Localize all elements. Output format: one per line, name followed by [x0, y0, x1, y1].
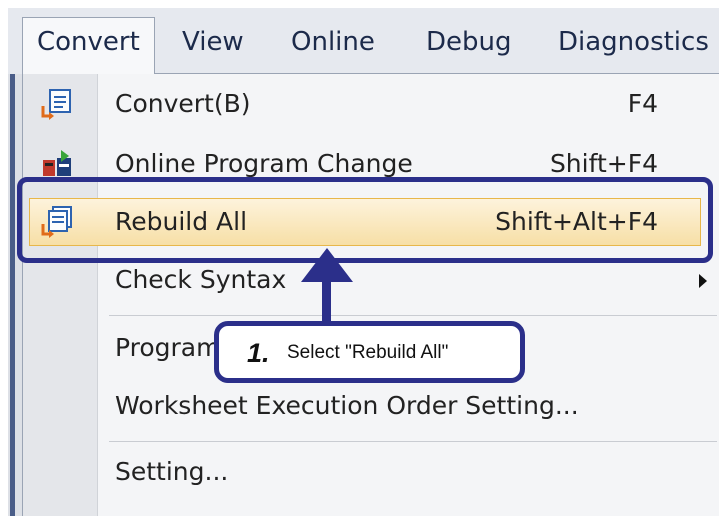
menu-debug[interactable]: Debug [412, 18, 526, 66]
menu-separator [109, 315, 717, 316]
annotation-callout: 1. Select "Rebuild All" [214, 321, 525, 383]
callout-text: Select "Rebuild All" [287, 342, 449, 363]
menu-item-label: Convert(B) [115, 89, 251, 118]
annotation-highlight-box [17, 177, 713, 263]
submenu-arrow-icon [699, 274, 707, 288]
menu-bar: Convert View Online Debug Diagnostics [8, 8, 719, 75]
annotation-arrow-shaft [322, 276, 331, 324]
menu-item-label: Setting... [115, 457, 229, 486]
menu-diagnostics[interactable]: Diagnostics [544, 18, 719, 66]
online-program-change-icon [43, 150, 71, 176]
menu-online[interactable]: Online [277, 18, 389, 66]
annotation-arrow-head [301, 248, 353, 282]
menu-item-worksheet-execution-order-setting[interactable]: Worksheet Execution Order Setting... [23, 378, 719, 434]
menu-convert[interactable]: Convert [22, 17, 155, 74]
menu-item-label: Worksheet Execution Order Setting... [115, 391, 579, 420]
convert-dropdown-menu: Convert(B) F4 Online Program Change Shif… [22, 73, 719, 516]
menu-item-shortcut: F4 [627, 89, 658, 118]
menu-separator [109, 441, 717, 442]
menu-item-setting[interactable]: Setting... [23, 444, 719, 500]
background-window-edge [8, 74, 22, 516]
convert-icon [41, 89, 71, 120]
menu-view[interactable]: View [168, 18, 258, 66]
menu-item-label: Program [115, 333, 221, 362]
callout-step-number: 1. [247, 338, 270, 368]
menu-item-convert[interactable]: Convert(B) F4 [23, 76, 719, 132]
